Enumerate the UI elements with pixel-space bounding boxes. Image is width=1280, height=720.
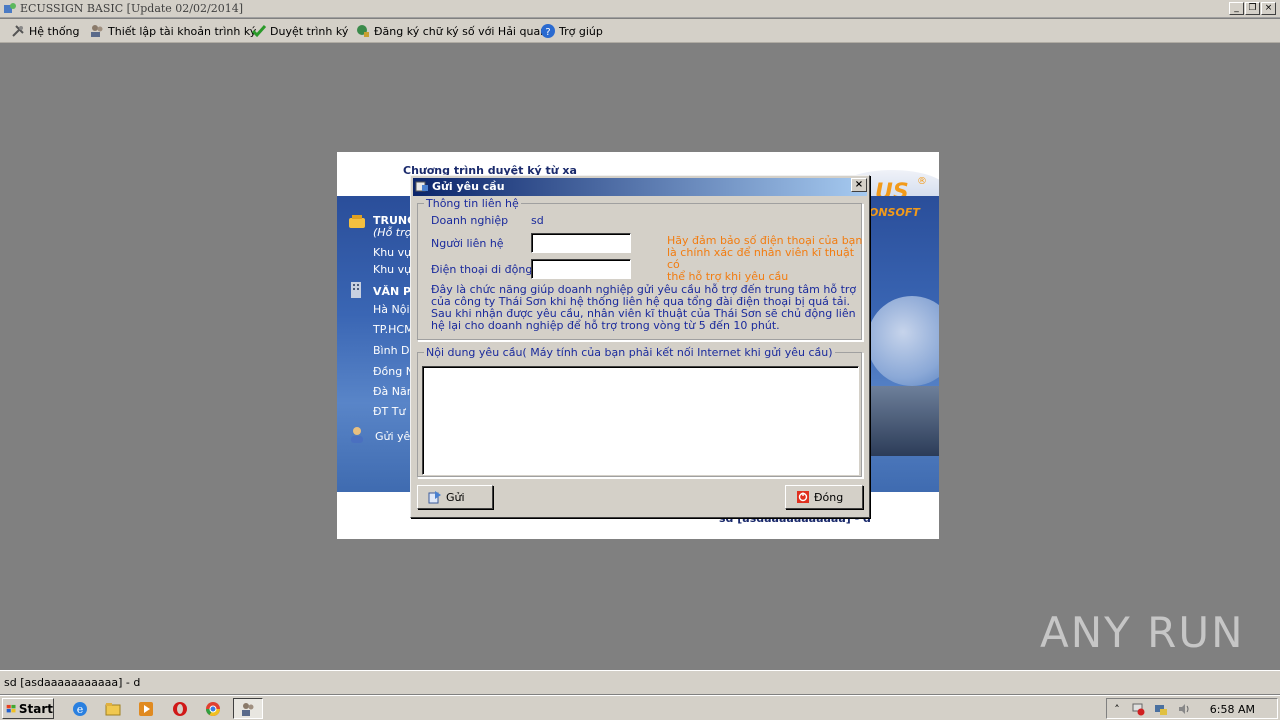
- svg-text:e: e: [77, 703, 84, 716]
- dialog-icon: [415, 181, 428, 192]
- app-icon: [4, 3, 16, 13]
- phone-icon: [349, 215, 365, 228]
- info-text: Đây là chức năng giúp doanh nghiệp gửi y…: [431, 284, 856, 332]
- office-ha-noi: Hà Nội: [373, 303, 410, 316]
- close-button[interactable]: ×: [1261, 2, 1276, 15]
- status-text: sd [asdaaaaaaaaaaa] - d: [4, 676, 141, 689]
- office-dt-tu: ĐT Tư: [373, 405, 406, 418]
- restore-button[interactable]: ❐: [1245, 2, 1260, 15]
- contact-info-legend: Thông tin liên hệ: [424, 197, 521, 210]
- media-player-icon[interactable]: [137, 700, 155, 718]
- mobile-phone-input[interactable]: [531, 259, 631, 279]
- ecussign-taskbar-button[interactable]: [233, 698, 263, 719]
- menu-he-thong[interactable]: Hệ thống: [10, 23, 80, 39]
- menu-duyet-trinh-ky[interactable]: Duyệt trình ký: [251, 23, 348, 39]
- city-image: [867, 386, 939, 456]
- windows-logo-icon: [6, 704, 16, 712]
- minimize-button[interactable]: _: [1229, 2, 1244, 15]
- menu-thiet-lap-tai-khoan[interactable]: Thiết lập tài khoản trình ký: [89, 23, 256, 39]
- globe-key-icon: [357, 25, 369, 37]
- company-label: Doanh nghiệp: [431, 214, 509, 227]
- contact-person-label: Người liên hệ: [431, 237, 504, 250]
- menu-bar: Hệ thống Thiết lập tài khoản trình ký Du…: [0, 19, 1280, 43]
- registered-mark: ®: [917, 176, 927, 187]
- start-button[interactable]: Start: [2, 698, 54, 719]
- watermark-text: ANY RUN: [1040, 608, 1245, 657]
- phone-note-line: là chính xác để nhân viên kĩ thuật có: [667, 246, 855, 271]
- section-ho-tro: (Hỗ trợ: [373, 226, 412, 239]
- support-user-icon: [351, 427, 363, 443]
- users-icon: [91, 25, 103, 37]
- ecussign-app-icon: [242, 702, 254, 716]
- arrow-up-icon[interactable]: ˄: [1110, 702, 1124, 716]
- check-icon: [251, 25, 267, 38]
- office-hcm: TP.HCM: [373, 323, 414, 336]
- office-da-nang: Đà Năn: [373, 385, 414, 398]
- send-icon: [428, 491, 441, 504]
- menu-label: Duyệt trình ký: [270, 24, 349, 38]
- dialog-titlebar: Gửi yêu cầu: [413, 178, 867, 196]
- dialog-title: Gửi yêu cầu: [432, 180, 505, 193]
- menu-label: Thiết lập tài khoản trình ký: [108, 24, 257, 38]
- request-content-textarea[interactable]: [422, 366, 859, 475]
- ie-icon[interactable]: e: [71, 700, 89, 718]
- start-label: Start: [18, 701, 53, 716]
- contact-person-input[interactable]: [531, 233, 631, 253]
- help-icon: ?: [541, 24, 555, 38]
- status-bar: sd [asdaaaaaaaaaaa] - d: [0, 670, 1280, 694]
- region-1: Khu vự: [373, 246, 412, 259]
- close-button-label: Đóng: [814, 490, 844, 504]
- menu-dang-ky-chu-ky-so[interactable]: Đăng ký chữ ký số với Hải quan: [355, 23, 547, 39]
- volume-icon[interactable]: [1177, 702, 1191, 716]
- menu-label: Trợ giúp: [559, 24, 603, 38]
- clock[interactable]: 6:58 AM: [1210, 703, 1255, 716]
- opera-icon[interactable]: [171, 700, 189, 718]
- company-value: sd: [531, 214, 544, 227]
- send-request-dialog: Gửi yêu cầu × Thông tin liên hệ Doanh ng…: [410, 175, 870, 518]
- flag-error-icon[interactable]: [1131, 702, 1145, 716]
- folder-icon[interactable]: [104, 700, 122, 718]
- window-titlebar: ECUSSIGN BASIC [Update 02/02/2014] _ ❐ ×: [0, 0, 1280, 18]
- system-tray: ˄ 6:58 AM: [1106, 698, 1278, 719]
- power-icon: [797, 491, 809, 503]
- region-2: Khu vự: [373, 263, 412, 276]
- office-dong-nai: Đồng N: [373, 365, 414, 378]
- office-binh-duong: Bình D: [373, 344, 410, 357]
- chrome-icon[interactable]: [204, 700, 222, 718]
- office-icon: [351, 282, 361, 298]
- send-button[interactable]: Gửi: [417, 485, 493, 509]
- phone-note: Hãy đảm bảo số điện thoại của bạn là chí…: [667, 235, 869, 283]
- phone-note-line: thể hỗ trợ khi yêu cầu: [667, 270, 789, 283]
- info-line: hệ lại cho doanh nghiệp để hỗ trợ trong …: [431, 319, 780, 332]
- menu-label: Đăng ký chữ ký số với Hải quan: [374, 24, 548, 38]
- mobile-phone-label: Điện thoại di động: [431, 263, 533, 276]
- request-content-legend: Nội dung yêu cầu( Máy tính của bạn phải …: [424, 346, 835, 359]
- window-title: ECUSSIGN BASIC [Update 02/02/2014]: [20, 2, 243, 15]
- taskbar: Start e ˄ 6:58 AM: [0, 695, 1280, 720]
- close-dialog-button[interactable]: Đóng: [785, 485, 863, 509]
- menu-label: Hệ thống: [29, 24, 80, 38]
- dialog-close-button[interactable]: ×: [851, 178, 867, 192]
- send-button-label: Gửi: [446, 490, 465, 504]
- brand-sub: ONSOFT: [869, 206, 920, 219]
- menu-tro-giup[interactable]: ? Trợ giúp: [540, 23, 603, 39]
- svg-text:?: ?: [545, 27, 550, 38]
- network-icon[interactable]: [1154, 702, 1168, 716]
- globe-image: [867, 296, 939, 386]
- tools-icon: [12, 25, 24, 37]
